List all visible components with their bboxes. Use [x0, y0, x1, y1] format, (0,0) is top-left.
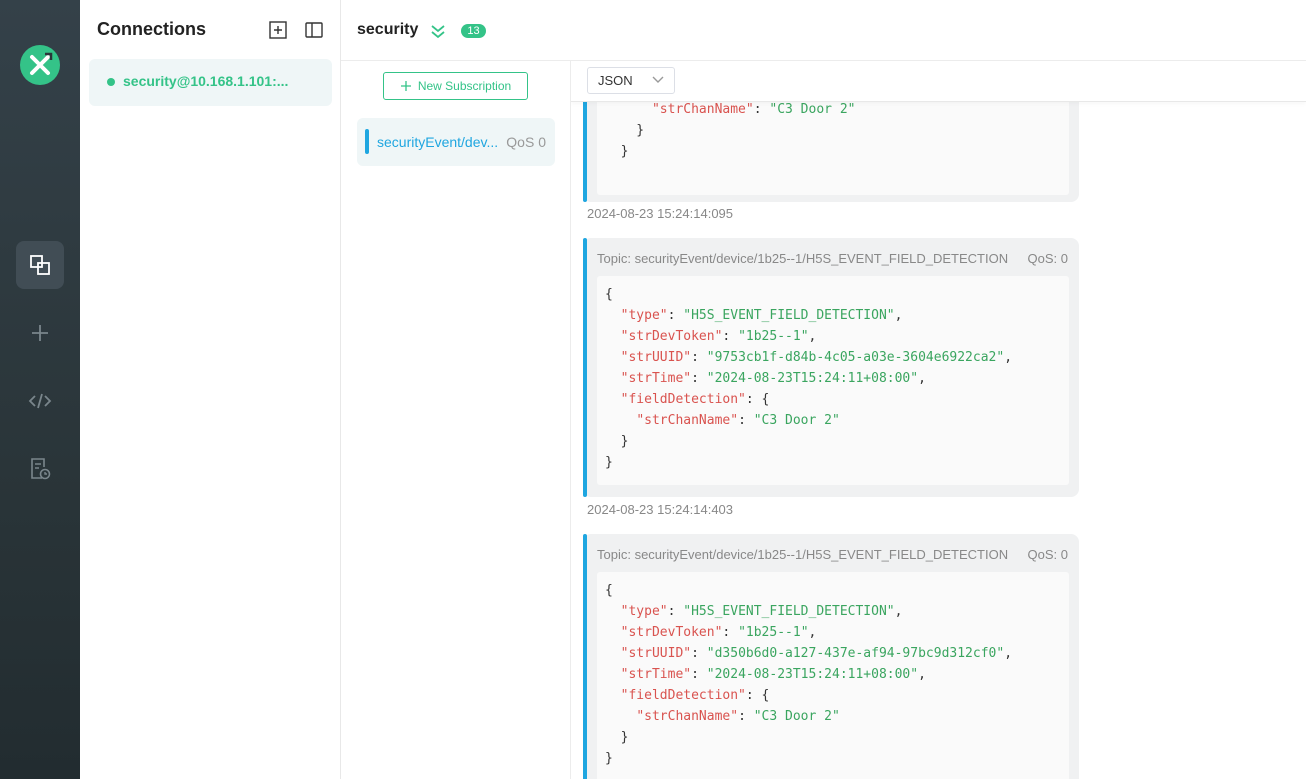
- app-window: Connections security@10.168.1.101:... se…: [0, 0, 1306, 779]
- add-box-icon: [269, 21, 287, 39]
- new-connection-nav-button[interactable]: [16, 309, 64, 357]
- message-list[interactable]: JSON "strChanName": "C3 Door 2" } } 2024…: [571, 61, 1306, 779]
- message-toolbar: JSON: [571, 61, 1306, 102]
- subscription-color-bar: [365, 129, 369, 154]
- connections-title: Connections: [97, 19, 207, 39]
- plus-icon: [400, 81, 411, 91]
- sidebar-icon: [305, 22, 323, 38]
- subscription-qos: QoS 0: [506, 134, 546, 150]
- message-count-badge: 13: [461, 24, 486, 38]
- plus-icon: [32, 325, 48, 341]
- message-color-bar: [583, 238, 587, 497]
- connection-name: security@10.168.1.101:...: [123, 73, 289, 89]
- payload-code: { "type": "H5S_EVENT_FIELD_DETECTION", "…: [605, 583, 1013, 766]
- message-payload: { "type": "H5S_EVENT_FIELD_DETECTION", "…: [597, 276, 1069, 485]
- connection-title: security: [357, 21, 419, 38]
- connection-item-security[interactable]: security@10.168.1.101:...: [89, 59, 332, 106]
- message-timestamp: 2024-08-23 15:24:14:403: [587, 502, 734, 517]
- code-icon: [28, 393, 52, 409]
- script-nav-button[interactable]: [16, 377, 64, 425]
- message-card: Topic: securityEvent/device/1b25--1/H5S_…: [583, 238, 1079, 497]
- connection-header: security 13: [341, 0, 1306, 61]
- log-nav-button[interactable]: [16, 445, 64, 493]
- payload-format-select[interactable]: JSON: [587, 67, 675, 94]
- subscriptions-panel: New Subscription securityEvent/dev... Qo…: [341, 61, 571, 779]
- connections-panel: Connections security@10.168.1.101:...: [80, 0, 341, 779]
- message-timestamp: 2024-08-23 15:24:14:095: [587, 206, 734, 221]
- message-qos: QoS: 0: [1027, 547, 1068, 562]
- collapse-button[interactable]: [430, 23, 446, 44]
- connected-status-dot: [107, 78, 115, 86]
- message-payload: "strChanName": "C3 Door 2" } }: [597, 91, 1069, 195]
- mqttx-logo-icon: [20, 45, 60, 85]
- message-payload: { "type": "H5S_EVENT_FIELD_DETECTION", "…: [597, 572, 1069, 779]
- double-chevron-down-icon: [431, 25, 445, 39]
- subscription-item[interactable]: securityEvent/dev... QoS 0: [357, 118, 555, 166]
- message-topic: Topic: securityEvent/device/1b25--1/H5S_…: [597, 547, 1009, 562]
- payload-format-value: JSON: [598, 73, 633, 88]
- message-color-bar: [583, 534, 587, 779]
- toggle-panel-button[interactable]: [304, 20, 324, 40]
- payload-code: "strChanName": "C3 Door 2" } }: [605, 102, 856, 159]
- payload-code: { "type": "H5S_EVENT_FIELD_DETECTION", "…: [605, 287, 1013, 470]
- new-connection-button[interactable]: [268, 20, 288, 40]
- connections-nav-button[interactable]: [16, 241, 64, 289]
- message-card: Topic: securityEvent/device/1b25--1/H5S_…: [583, 534, 1079, 779]
- new-subscription-button[interactable]: New Subscription: [383, 72, 528, 100]
- message-topic: Topic: securityEvent/device/1b25--1/H5S_…: [597, 251, 1009, 266]
- connections-icon: [30, 255, 50, 275]
- message-qos: QoS: 0: [1027, 251, 1068, 266]
- subscription-topic: securityEvent/dev...: [377, 134, 499, 150]
- chevron-down-icon: [652, 76, 664, 83]
- left-nav-rail: [0, 0, 80, 779]
- log-icon: [31, 458, 51, 480]
- new-subscription-label: New Subscription: [417, 79, 512, 93]
